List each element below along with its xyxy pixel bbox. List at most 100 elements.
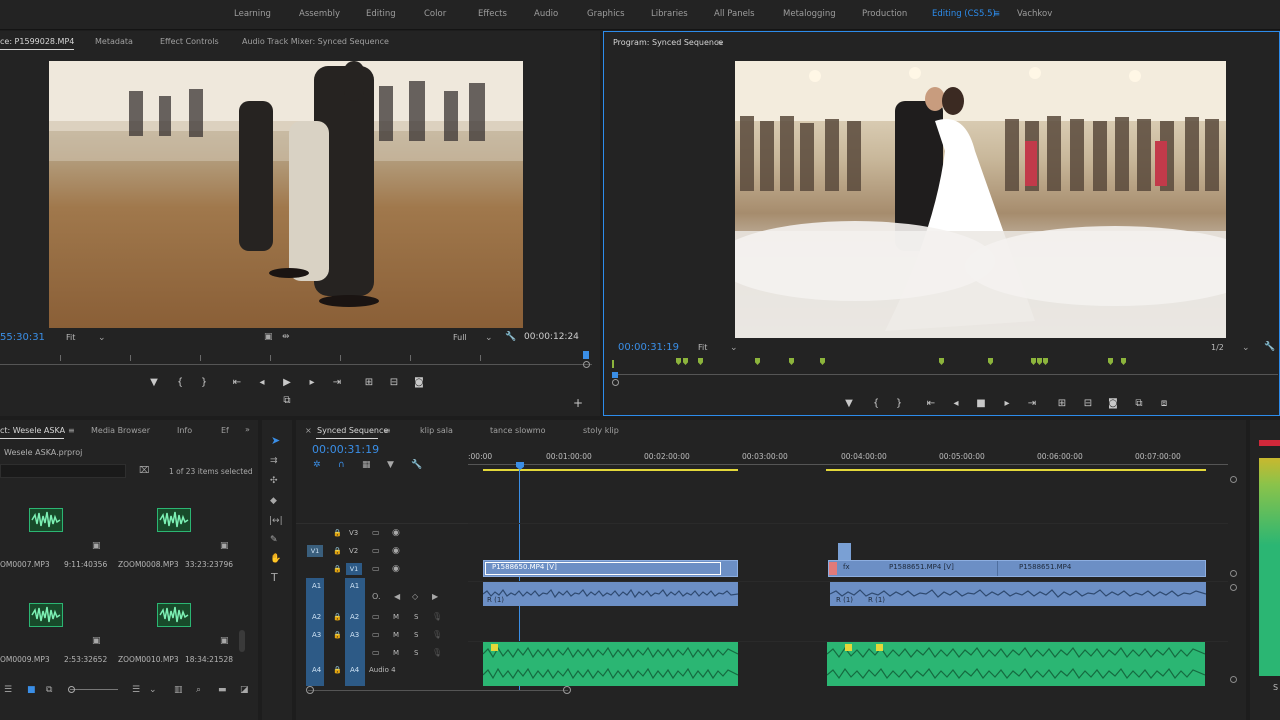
ripple-edit-tool-icon[interactable]: ✣: [270, 476, 278, 486]
tab-synced-sequence[interactable]: Synced Sequence: [317, 426, 388, 435]
workspace-production[interactable]: Production: [862, 9, 907, 19]
workspace-editing-cs55[interactable]: Editing (CS5.5): [932, 9, 996, 19]
solo-button[interactable]: S: [414, 649, 418, 657]
project-item-name[interactable]: OM0007.MP3: [0, 560, 50, 569]
workspace-vachkov[interactable]: Vachkov: [1017, 9, 1052, 19]
sync-lock-icon[interactable]: ▭: [372, 564, 380, 574]
lift-icon[interactable]: ⊞: [1055, 398, 1069, 410]
freeform-view-icon[interactable]: ⧉: [46, 685, 52, 695]
in-out-icon[interactable]: ⇹: [282, 332, 290, 342]
list-view-icon[interactable]: ☰: [4, 685, 12, 695]
audio-scroll-handle[interactable]: [1230, 584, 1237, 591]
workspace-editing[interactable]: Editing: [366, 9, 396, 19]
tab-metadata[interactable]: Metadata: [95, 37, 133, 46]
eye-icon[interactable]: ◉: [392, 564, 400, 574]
tab-effect-controls[interactable]: Effect Controls: [160, 37, 219, 46]
go-to-out-icon[interactable]: ⇥: [330, 377, 344, 389]
export-frame-icon[interactable]: ◙: [412, 377, 426, 389]
sync-lock-icon[interactable]: ▭: [372, 528, 380, 538]
tab-tance-slowmo[interactable]: tance slowmo: [490, 426, 546, 435]
audio-clip-a4[interactable]: [827, 642, 1205, 686]
step-forward-icon[interactable]: ▸: [305, 377, 319, 389]
workspace-assembly[interactable]: Assembly: [299, 9, 340, 19]
audio-thumbnail[interactable]: [157, 508, 191, 532]
comparison-view-icon[interactable]: ⧉: [1132, 398, 1146, 410]
timeline-menu-icon[interactable]: ≡: [384, 426, 391, 435]
more-panels-icon[interactable]: »: [245, 425, 250, 434]
workspace-metalogging[interactable]: Metalogging: [783, 9, 836, 19]
pen-tool-icon[interactable]: ✎: [270, 535, 278, 545]
slip-tool-icon[interactable]: |↔|: [269, 516, 283, 526]
project-search-input[interactable]: [0, 464, 126, 478]
voice-over-icon[interactable]: 🎙: [432, 612, 442, 622]
voice-over-icon[interactable]: 🎙: [432, 630, 442, 640]
video-clip[interactable]: P1588650.MP4 [V]: [483, 560, 738, 577]
timeline-ruler[interactable]: :00:00 00:01:00:00 00:02:00:00 00:03:00:…: [468, 450, 1228, 472]
lock-icon[interactable]: 🔒: [333, 665, 342, 675]
program-video-frame[interactable]: [735, 61, 1226, 338]
linked-selection-icon[interactable]: ▦: [362, 460, 371, 470]
track-label-a3[interactable]: A3: [350, 631, 359, 639]
source-playhead[interactable]: [583, 351, 589, 359]
source-time-ruler[interactable]: [0, 351, 592, 368]
workspace-all-panels[interactable]: All Panels: [714, 9, 755, 19]
audio-clip-a4[interactable]: [483, 642, 738, 686]
video-scroll-handle[interactable]: [1230, 476, 1237, 483]
voice-over-icon[interactable]: 🎙: [432, 648, 442, 658]
timeline-close-icon[interactable]: ×: [305, 426, 312, 435]
tab-klip-sala[interactable]: klip sala: [420, 426, 453, 435]
razor-tool-icon[interactable]: ◆: [270, 496, 277, 506]
lock-icon[interactable]: 🔒: [333, 630, 342, 640]
timeline-timecode[interactable]: 00:00:31:19: [312, 443, 379, 456]
go-to-out-icon[interactable]: ⇥: [1025, 398, 1039, 410]
tab-effects[interactable]: Ef: [221, 426, 229, 435]
workspace-effects[interactable]: Effects: [478, 9, 507, 19]
new-item-icon[interactable]: ◪: [240, 685, 249, 695]
keyframe-icon[interactable]: O.: [372, 592, 381, 602]
new-bin-icon[interactable]: ▬: [218, 685, 227, 695]
program-timecode[interactable]: 00:00:31:19: [618, 342, 679, 353]
type-tool-icon[interactable]: T: [271, 572, 278, 583]
lock-icon[interactable]: 🔒: [333, 612, 342, 622]
overwrite-icon[interactable]: ⊟: [387, 377, 401, 389]
insert-icon[interactable]: ⊞: [362, 377, 376, 389]
program-time-ruler[interactable]: [612, 358, 1278, 386]
tab-info[interactable]: Info: [177, 426, 192, 435]
workspace-color[interactable]: Color: [424, 9, 446, 19]
solo-button[interactable]: S: [414, 631, 418, 639]
video-scroll-handle[interactable]: [1230, 570, 1237, 577]
source-video-frame[interactable]: [49, 61, 523, 328]
nest-sequences-icon[interactable]: ✲: [313, 460, 321, 470]
sync-lock-icon[interactable]: ▭: [372, 612, 380, 622]
mark-out-icon[interactable]: }: [197, 377, 211, 389]
zoom-slider[interactable]: [70, 689, 118, 690]
mark-in-icon[interactable]: {: [869, 398, 883, 410]
track-label-a1[interactable]: A1: [350, 582, 359, 590]
audio-scroll-handle[interactable]: [1230, 676, 1237, 683]
button-editor-plus-icon[interactable]: +: [571, 397, 585, 409]
workspace-graphics[interactable]: Graphics: [587, 9, 625, 19]
add-marker-icon[interactable]: ▼: [842, 398, 856, 410]
play-icon[interactable]: ▶: [280, 377, 294, 389]
track-label-a2[interactable]: A2: [350, 613, 359, 621]
source-patch-a2[interactable]: A2: [312, 613, 321, 621]
source-patch-a3[interactable]: A3: [312, 631, 321, 639]
zoom-handle-right[interactable]: [563, 686, 571, 694]
sync-lock-icon[interactable]: ▭: [372, 546, 380, 556]
workspace-learning[interactable]: Learning: [234, 9, 271, 19]
work-area-bar[interactable]: [483, 469, 738, 471]
project-scrollbar[interactable]: [239, 630, 245, 652]
lock-icon[interactable]: 🔒: [333, 528, 342, 538]
transition-marker[interactable]: [829, 562, 837, 575]
eye-icon[interactable]: ◉: [392, 546, 400, 556]
mute-button[interactable]: M: [393, 631, 399, 639]
audio-thumbnail[interactable]: [29, 603, 63, 627]
add-marker-icon[interactable]: ▼: [147, 377, 161, 389]
project-menu-icon[interactable]: ≡: [68, 426, 75, 435]
source-quality-dropdown[interactable]: Full: [453, 333, 467, 342]
safe-margins-icon[interactable]: ▣: [264, 332, 273, 342]
v2-clip[interactable]: [838, 543, 851, 560]
workspace-menu-icon[interactable]: ≡: [993, 9, 1000, 19]
add-keyframe-icon[interactable]: ◇: [412, 592, 418, 602]
mark-out-icon[interactable]: }: [892, 398, 906, 410]
